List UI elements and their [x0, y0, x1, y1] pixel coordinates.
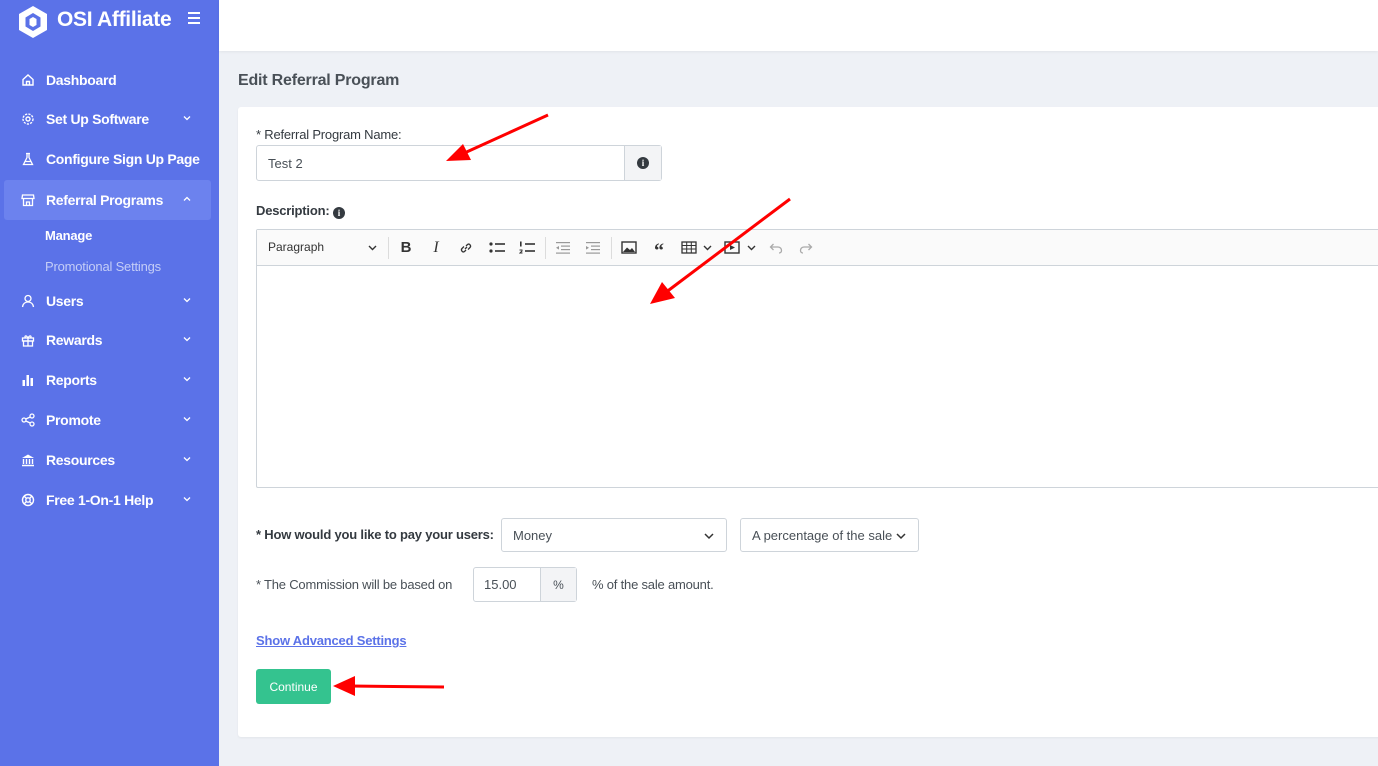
chevron-down-icon: [183, 497, 191, 502]
sidebar-item-promote[interactable]: Promote: [4, 400, 211, 440]
chevron-down-icon: [183, 457, 191, 462]
chevron-down-icon: [896, 533, 906, 540]
chevron-down-icon: [704, 533, 714, 540]
sidebar-item-label: Configure Sign Up Page: [46, 151, 200, 167]
toolbar-divider: [388, 237, 389, 259]
bold-icon[interactable]: B: [398, 239, 414, 256]
logo-icon: [19, 6, 47, 38]
block-quote-icon[interactable]: “: [650, 239, 668, 261]
program-name-input[interactable]: [257, 146, 613, 180]
description-label: Description:: [256, 203, 330, 218]
info-icon: i: [637, 157, 649, 169]
sidebar-item-reports[interactable]: Reports: [4, 360, 211, 400]
description-editor: Paragraph B I “: [256, 229, 1378, 488]
page-title: Edit Referral Program: [238, 72, 400, 89]
italic-icon[interactable]: I: [428, 239, 444, 256]
sidebar-item-label: Reports: [46, 372, 97, 388]
redo-icon[interactable]: [798, 239, 814, 256]
sidebar-item-label: Free 1-On-1 Help: [46, 492, 154, 508]
pay-method-select[interactable]: Money: [501, 518, 727, 552]
sidebar-item-referral-programs[interactable]: Referral Programs: [4, 180, 211, 220]
chevron-down-icon: [368, 245, 377, 251]
insert-media-icon[interactable]: [723, 239, 741, 256]
sidebar: OSI Affiliate Dashboard Set Up Software …: [0, 0, 219, 766]
chevron-down-icon: [183, 417, 191, 422]
sidebar-subitem-manage[interactable]: Manage: [45, 228, 92, 243]
editor-toolbar: Paragraph B I “: [257, 230, 1378, 266]
continue-button[interactable]: Continue: [256, 669, 331, 704]
toolbar-divider: [545, 237, 546, 259]
share-icon: [20, 412, 36, 428]
home-icon: [20, 72, 36, 88]
pay-basis-value: A percentage of the sale: [752, 527, 893, 543]
link-icon[interactable]: [458, 239, 474, 256]
sidebar-item-dashboard[interactable]: Dashboard: [4, 60, 211, 100]
insert-image-icon[interactable]: [620, 239, 638, 256]
store-icon: [20, 192, 36, 208]
hamburger-menu-icon[interactable]: [186, 11, 203, 25]
sidebar-item-free-help[interactable]: Free 1-On-1 Help: [4, 480, 211, 520]
bulleted-list-icon[interactable]: [488, 239, 506, 256]
paragraph-format-dropdown[interactable]: Paragraph: [268, 240, 324, 254]
chevron-up-icon: [183, 196, 191, 201]
paragraph-format-label: Paragraph: [268, 240, 325, 254]
numbered-list-icon[interactable]: [518, 239, 536, 256]
sidebar-item-label: Users: [46, 293, 84, 309]
gift-icon: [20, 332, 36, 348]
program-name-label: * Referral Program Name:: [256, 127, 402, 142]
settings-icon: [20, 111, 36, 127]
sidebar-item-label: Rewards: [46, 332, 103, 348]
bar-chart-icon: [20, 372, 36, 388]
chevron-down-icon: [183, 298, 191, 303]
sidebar-item-label: Referral Programs: [46, 192, 164, 208]
lifebuoy-icon: [20, 492, 36, 508]
user-icon: [20, 293, 36, 309]
program-name-info-addon[interactable]: i: [624, 146, 661, 180]
chevron-down-icon: [183, 377, 191, 382]
sidebar-item-set-up-software[interactable]: Set Up Software: [4, 99, 211, 139]
description-label-row: Description: i: [256, 203, 345, 219]
flask-icon: [20, 151, 36, 167]
chevron-down-icon[interactable]: [747, 244, 756, 252]
top-bar: [219, 0, 1378, 51]
sidebar-item-resources[interactable]: Resources: [4, 440, 211, 480]
description-info-icon[interactable]: i: [332, 207, 345, 219]
chevron-down-icon: [183, 337, 191, 342]
sidebar-item-configure-sign-up-page[interactable]: Configure Sign Up Page: [4, 139, 211, 179]
program-name-group: i: [256, 145, 662, 181]
sidebar-item-users[interactable]: Users: [4, 281, 211, 321]
pay-users-label: * How would you like to pay your users:: [256, 527, 494, 542]
sidebar-item-label: Dashboard: [46, 72, 117, 88]
sidebar-item-label: Set Up Software: [46, 111, 149, 127]
commission-unit-addon: %: [540, 568, 576, 601]
commission-group: %: [473, 567, 577, 602]
sidebar-item-label: Resources: [46, 452, 115, 468]
sidebar-subitem-promotional-settings[interactable]: Promotional Settings: [45, 259, 161, 274]
sidebar-item-label: Promote: [46, 412, 101, 428]
indent-icon[interactable]: [584, 239, 602, 256]
chevron-down-icon: [183, 116, 191, 121]
outdent-icon[interactable]: [554, 239, 572, 256]
insert-table-icon[interactable]: [680, 239, 698, 256]
chevron-down-icon[interactable]: [703, 244, 712, 252]
editor-content-area[interactable]: [257, 266, 1378, 487]
show-advanced-settings-link[interactable]: Show Advanced Settings: [256, 633, 407, 648]
commission-input[interactable]: [474, 568, 542, 601]
commission-suffix: % of the sale amount.: [592, 577, 714, 592]
brand[interactable]: OSI Affiliate: [0, 0, 219, 44]
toolbar-divider: [611, 237, 612, 259]
commission-label: * The Commission will be based on: [256, 577, 453, 592]
undo-icon[interactable]: [768, 239, 784, 256]
sidebar-item-rewards[interactable]: Rewards: [4, 320, 211, 360]
pay-basis-select[interactable]: A percentage of the sale: [740, 518, 919, 552]
pay-method-value: Money: [513, 527, 553, 543]
brand-name: OSI Affiliate: [57, 8, 172, 31]
bank-icon: [20, 452, 36, 468]
